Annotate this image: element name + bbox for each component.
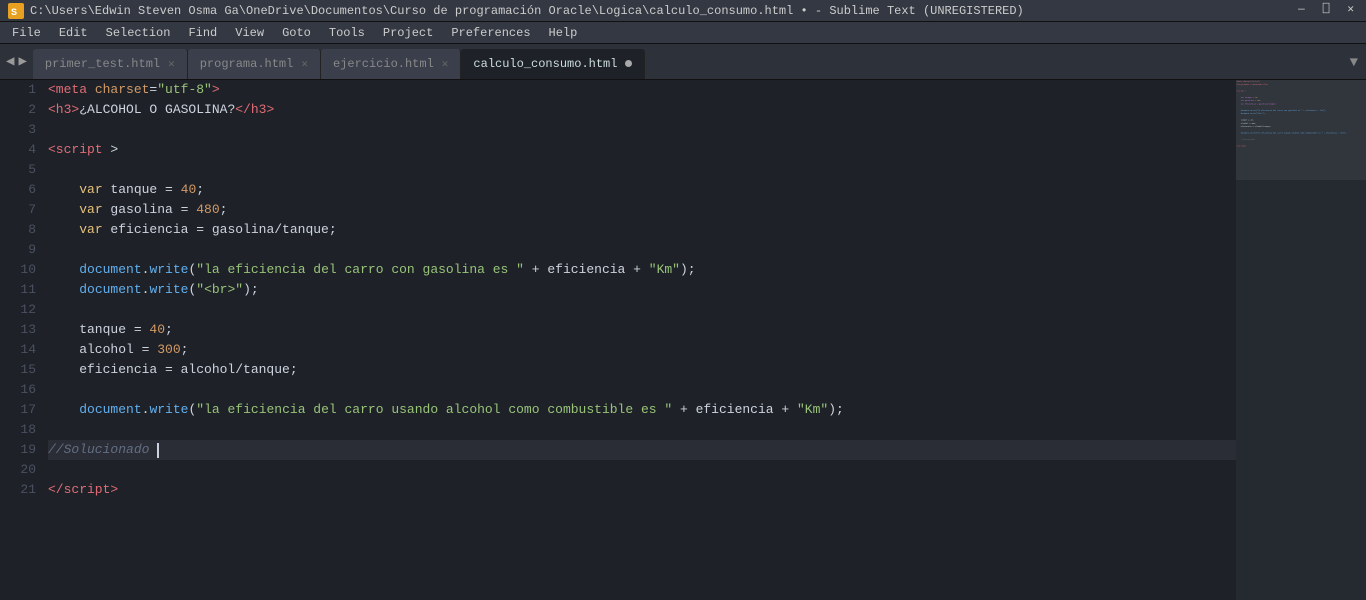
menu-tools[interactable]: Tools xyxy=(321,24,373,42)
line-num-12: 12 xyxy=(0,300,36,320)
code-line-2: <h3>¿ALCOHOL O GASOLINA?</h3> xyxy=(48,100,1236,120)
tab-ejercicio[interactable]: ejercicio.html ✕ xyxy=(321,49,461,79)
tab-close-programa[interactable]: ✕ xyxy=(301,57,308,71)
line-num-18: 18 xyxy=(0,420,36,440)
code-line-20 xyxy=(48,460,1236,480)
line-num-11: 11 xyxy=(0,280,36,300)
tab-bar: ◀ ▶ primer_test.html ✕ programa.html ✕ e… xyxy=(0,44,1366,80)
line-num-10: 10 xyxy=(0,260,36,280)
code-line-3 xyxy=(48,120,1236,140)
code-line-19[interactable]: //Solucionado xyxy=(48,440,1236,460)
close-button[interactable]: ✕ xyxy=(1343,5,1358,16)
menu-selection[interactable]: Selection xyxy=(98,24,179,42)
code-line-17: document.write("la eficiencia del carro … xyxy=(48,400,1236,420)
code-area[interactable]: <meta charset="utf-8"> <h3>¿ALCOHOL O GA… xyxy=(44,80,1236,600)
code-line-18 xyxy=(48,420,1236,440)
minimap-content: <meta charset="utf-8"> <h3>¿ALCOHOL O GA… xyxy=(1236,80,1366,148)
menu-preferences[interactable]: Preferences xyxy=(443,24,538,42)
line-num-16: 16 xyxy=(0,380,36,400)
line-num-4: 4 xyxy=(0,140,36,160)
tab-label: programa.html xyxy=(200,57,294,71)
line-num-2: 2 xyxy=(0,100,36,120)
line-num-14: 14 xyxy=(0,340,36,360)
menu-project[interactable]: Project xyxy=(375,24,441,42)
line-num-21: 21 xyxy=(0,480,36,500)
tab-label: calculo_consumo.html xyxy=(473,57,617,71)
line-num-20: 20 xyxy=(0,460,36,480)
tab-label: ejercicio.html xyxy=(333,57,434,71)
menu-edit[interactable]: Edit xyxy=(51,24,96,42)
line-num-1: 1 xyxy=(0,80,36,100)
menu-help[interactable]: Help xyxy=(541,24,586,42)
line-num-17: 17 xyxy=(0,400,36,420)
tab-arrows: ◀ ▶ xyxy=(0,43,33,79)
line-num-6: 6 xyxy=(0,180,36,200)
code-line-15: eficiencia = alcohol/tanque; xyxy=(48,360,1236,380)
code-line-10: document.write("la eficiencia del carro … xyxy=(48,260,1236,280)
code-line-14: alcohol = 300; xyxy=(48,340,1236,360)
tab-prev-arrow[interactable]: ◀ xyxy=(4,53,16,70)
line-num-7: 7 xyxy=(0,200,36,220)
menu-find[interactable]: Find xyxy=(180,24,225,42)
tab-close-primer-test[interactable]: ✕ xyxy=(168,57,175,71)
title-bar-text: C:\Users\Edwin Steven Osma Ga\OneDrive\D… xyxy=(30,4,1024,18)
menu-view[interactable]: View xyxy=(227,24,272,42)
code-line-12 xyxy=(48,300,1236,320)
minimap: <meta charset="utf-8"> <h3>¿ALCOHOL O GA… xyxy=(1236,80,1366,600)
code-line-1: <meta charset="utf-8"> xyxy=(48,80,1236,100)
tab-programa[interactable]: programa.html ✕ xyxy=(188,49,321,79)
line-num-15: 15 xyxy=(0,360,36,380)
line-numbers: 1 2 3 4 5 6 7 8 9 10 11 12 13 14 15 16 1… xyxy=(0,80,44,600)
code-line-8: var eficiencia = gasolina/tanque; xyxy=(48,220,1236,240)
editor-container: 1 2 3 4 5 6 7 8 9 10 11 12 13 14 15 16 1… xyxy=(0,80,1366,600)
tab-label: primer_test.html xyxy=(45,57,160,71)
line-num-13: 13 xyxy=(0,320,36,340)
maximize-button[interactable]: ⎕ xyxy=(1319,5,1334,16)
code-line-6: var tanque = 40; xyxy=(48,180,1236,200)
menu-goto[interactable]: Goto xyxy=(274,24,319,42)
code-line-9 xyxy=(48,240,1236,260)
tag-open-1: <meta xyxy=(48,80,95,100)
text-cursor xyxy=(157,443,159,458)
tab-next-arrow[interactable]: ▶ xyxy=(16,53,28,70)
svg-text:S: S xyxy=(11,8,17,19)
menu-file[interactable]: File xyxy=(4,24,49,42)
line-num-5: 5 xyxy=(0,160,36,180)
code-line-4: <script > xyxy=(48,140,1236,160)
code-line-13: tanque = 40; xyxy=(48,320,1236,340)
code-line-21: </script> xyxy=(48,480,1236,500)
minimize-button[interactable]: — xyxy=(1294,5,1309,16)
title-bar: S C:\Users\Edwin Steven Osma Ga\OneDrive… xyxy=(0,0,1366,22)
tab-overflow-icon[interactable]: ▼ xyxy=(1350,55,1358,71)
code-line-11: document.write("<br>"); xyxy=(48,280,1236,300)
code-line-7: var gasolina = 480; xyxy=(48,200,1236,220)
line-num-8: 8 xyxy=(0,220,36,240)
title-bar-controls[interactable]: — ⎕ ✕ xyxy=(1294,5,1358,16)
app-icon: S xyxy=(8,3,24,19)
line-num-3: 3 xyxy=(0,120,36,140)
tab-dirty-indicator xyxy=(625,60,632,67)
tab-calculo-consumo[interactable]: calculo_consumo.html xyxy=(461,49,645,79)
tab-close-ejercicio[interactable]: ✕ xyxy=(442,57,449,71)
code-line-5 xyxy=(48,160,1236,180)
line-num-9: 9 xyxy=(0,240,36,260)
line-num-19: 19 xyxy=(0,440,36,460)
title-bar-left: S C:\Users\Edwin Steven Osma Ga\OneDrive… xyxy=(8,3,1024,19)
code-line-16 xyxy=(48,380,1236,400)
tab-primer-test[interactable]: primer_test.html ✕ xyxy=(33,49,188,79)
menu-bar: File Edit Selection Find View Goto Tools… xyxy=(0,22,1366,44)
